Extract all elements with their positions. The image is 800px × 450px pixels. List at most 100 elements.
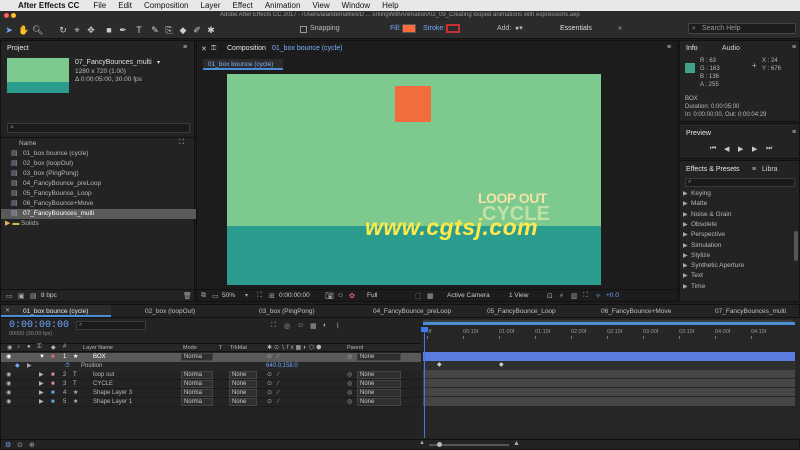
layer-switches-icons[interactable]: ⊙ ∕: [267, 389, 281, 398]
workspace-label[interactable]: Essentials: [560, 25, 592, 32]
position-property-row[interactable]: ◆ ▶ ⏱ Position 640.0,158.0: [1, 362, 421, 371]
zoom-slider-track[interactable]: [429, 442, 509, 447]
timeline-tab[interactable]: ✕ 01_box bounce (cycle): [1, 305, 111, 317]
first-frame-icon[interactable]: ⏮: [710, 145, 716, 153]
audio-column-icon[interactable]: ♪: [17, 344, 20, 350]
zoom-in-icon[interactable]: ▲: [513, 440, 520, 447]
menu-layer[interactable]: Layer: [201, 1, 221, 10]
effects-category[interactable]: ▶ Noise & Grain: [680, 210, 793, 220]
pick-whip-icon[interactable]: ◎: [347, 371, 352, 380]
last-frame-icon[interactable]: ⏭: [766, 145, 772, 153]
workspace-menu-icon[interactable]: »: [618, 25, 622, 32]
expand-arrow-icon[interactable]: ▶: [683, 241, 688, 251]
effects-category[interactable]: ▶ Obsolete: [680, 220, 793, 230]
camera-tool-icon[interactable]: ⌖: [72, 25, 82, 35]
timeline-icon[interactable]: ▥: [571, 292, 578, 300]
parent-column[interactable]: Parent: [347, 345, 363, 351]
close-window-icon[interactable]: [4, 13, 9, 18]
parent-dropdown[interactable]: None: [357, 380, 401, 388]
lock-column-icon[interactable]: ⚿: [37, 344, 42, 351]
expand-arrow-icon[interactable]: ▶: [683, 251, 688, 261]
trkmat-dropdown[interactable]: None: [229, 380, 257, 388]
menu-animation[interactable]: Animation: [265, 1, 301, 10]
brush-tool-icon[interactable]: ✎: [150, 25, 160, 35]
toggle-timing-icon[interactable]: ⊕: [29, 441, 35, 449]
effects-category[interactable]: ▶ Stylize: [680, 251, 793, 261]
visibility-icon[interactable]: ◉: [6, 389, 11, 398]
expand-arrow-icon[interactable]: ▶: [683, 261, 688, 271]
flowchart-icon[interactable]: ⛶: [179, 139, 184, 147]
effects-category[interactable]: ▶ Time: [680, 282, 793, 292]
effects-category[interactable]: ▶ Text: [680, 271, 793, 281]
shy-layers-icon[interactable]: ☺: [297, 322, 304, 329]
menu-view[interactable]: View: [312, 1, 329, 10]
camera-dropdown[interactable]: Active Camera: [447, 292, 490, 299]
preview-tab[interactable]: Preview: [686, 130, 711, 137]
resolution-dropdown[interactable]: Full: [367, 292, 377, 299]
work-area-range[interactable]: [423, 322, 795, 325]
timeline-tab[interactable]: 06_FancyBounce+Move: [571, 305, 683, 317]
visibility-icon[interactable]: ◉: [6, 371, 11, 380]
draft-3d-icon[interactable]: ◎: [284, 322, 290, 330]
rotate-tool-icon[interactable]: ↻: [58, 25, 68, 35]
zoom-slider-thumb[interactable]: [437, 442, 442, 447]
always-preview-icon[interactable]: ⧉: [201, 292, 206, 300]
close-tab-icon[interactable]: ✕: [201, 45, 207, 53]
expand-arrow-icon[interactable]: ▶: [683, 271, 688, 281]
project-search-field[interactable]: ⌕: [7, 123, 190, 133]
layer-bar-shape-3[interactable]: [423, 388, 795, 397]
new-composition-icon[interactable]: ▤: [30, 292, 37, 300]
keyframe-icon[interactable]: ◆: [437, 361, 442, 368]
solo-column-icon[interactable]: ●: [27, 344, 31, 350]
project-tab[interactable]: Project: [7, 45, 29, 52]
mode-dropdown[interactable]: Norma: [181, 371, 213, 379]
label-color-icon[interactable]: ■: [51, 353, 55, 362]
zoom-tool-icon[interactable]: 🔍︎: [32, 25, 43, 35]
zoom-dropdown-icon[interactable]: ▾: [245, 292, 248, 299]
layer-switches-icons[interactable]: ⊙ ∕: [267, 371, 281, 380]
selection-tool-icon[interactable]: ➤: [4, 25, 14, 35]
visibility-column-icon[interactable]: ◉: [7, 344, 12, 351]
delete-icon[interactable]: 🗑︎: [183, 292, 192, 300]
snapshot-icon[interactable]: 📷︎: [325, 292, 334, 300]
mode-dropdown[interactable]: Norma: [181, 389, 213, 397]
effects-scrollbar[interactable]: [794, 231, 798, 261]
panel-menu-icon[interactable]: ≡: [667, 44, 671, 51]
panel-menu-icon[interactable]: ≡: [792, 44, 796, 51]
flowchart-icon[interactable]: ⛶: [583, 292, 588, 300]
expand-arrow-icon[interactable]: ▶: [683, 210, 688, 220]
effects-category[interactable]: ▶ Synthetic Aperture: [680, 261, 793, 271]
frame-blending-icon[interactable]: ▦: [310, 322, 317, 330]
project-item[interactable]: ▤ 06_FancyBounce+Move: [1, 199, 196, 209]
type-tool-icon[interactable]: T: [134, 25, 144, 35]
layer-name[interactable]: Shape Layer 1: [93, 398, 132, 407]
effects-category[interactable]: ▶ Perspective: [680, 230, 793, 240]
project-item[interactable]: ▤ 01_box bounce (cycle): [1, 149, 196, 159]
minimize-window-icon[interactable]: [11, 13, 16, 18]
interpret-footage-icon[interactable]: ▭: [6, 292, 13, 300]
current-time-display[interactable]: 0:00:00:00: [279, 292, 310, 299]
trkmat-dropdown[interactable]: None: [229, 371, 257, 379]
menu-file[interactable]: File: [93, 1, 106, 10]
add-dropdown-icon[interactable]: ●▾: [515, 24, 523, 32]
exposure-icon[interactable]: ✧: [595, 292, 601, 300]
show-snapshot-icon[interactable]: ☺: [337, 292, 344, 299]
parent-dropdown[interactable]: None: [357, 389, 401, 397]
parent-dropdown[interactable]: None: [357, 353, 401, 361]
project-item[interactable]: ▤ 04_FancyBounce_preLoop: [1, 179, 196, 189]
timeline-tab[interactable]: 05_FancyBounce_Loop: [457, 305, 569, 317]
pick-whip-icon[interactable]: ◎: [347, 389, 352, 398]
menu-edit[interactable]: Edit: [118, 1, 132, 10]
fit-icon[interactable]: ⛶: [257, 292, 262, 300]
bit-depth-label[interactable]: 8 bpc: [41, 292, 57, 299]
toggle-pixel-icon[interactable]: ⊡: [547, 292, 553, 300]
parent-dropdown[interactable]: None: [357, 371, 401, 379]
time-ruler[interactable]: 0f 00:15f 01:00f 01:15f 02:00f 02:15f 03:00f 03…: [423, 329, 800, 339]
mode-column[interactable]: Mode: [183, 345, 197, 351]
lock-icon[interactable]: ⚿: [211, 45, 216, 53]
pick-whip-icon[interactable]: ◎: [347, 398, 352, 407]
info-tab[interactable]: Info: [686, 45, 698, 52]
fast-previews-icon[interactable]: ⚡︎: [559, 292, 564, 300]
new-folder-icon[interactable]: ▣: [18, 292, 25, 300]
views-dropdown[interactable]: 1 View: [509, 292, 528, 299]
